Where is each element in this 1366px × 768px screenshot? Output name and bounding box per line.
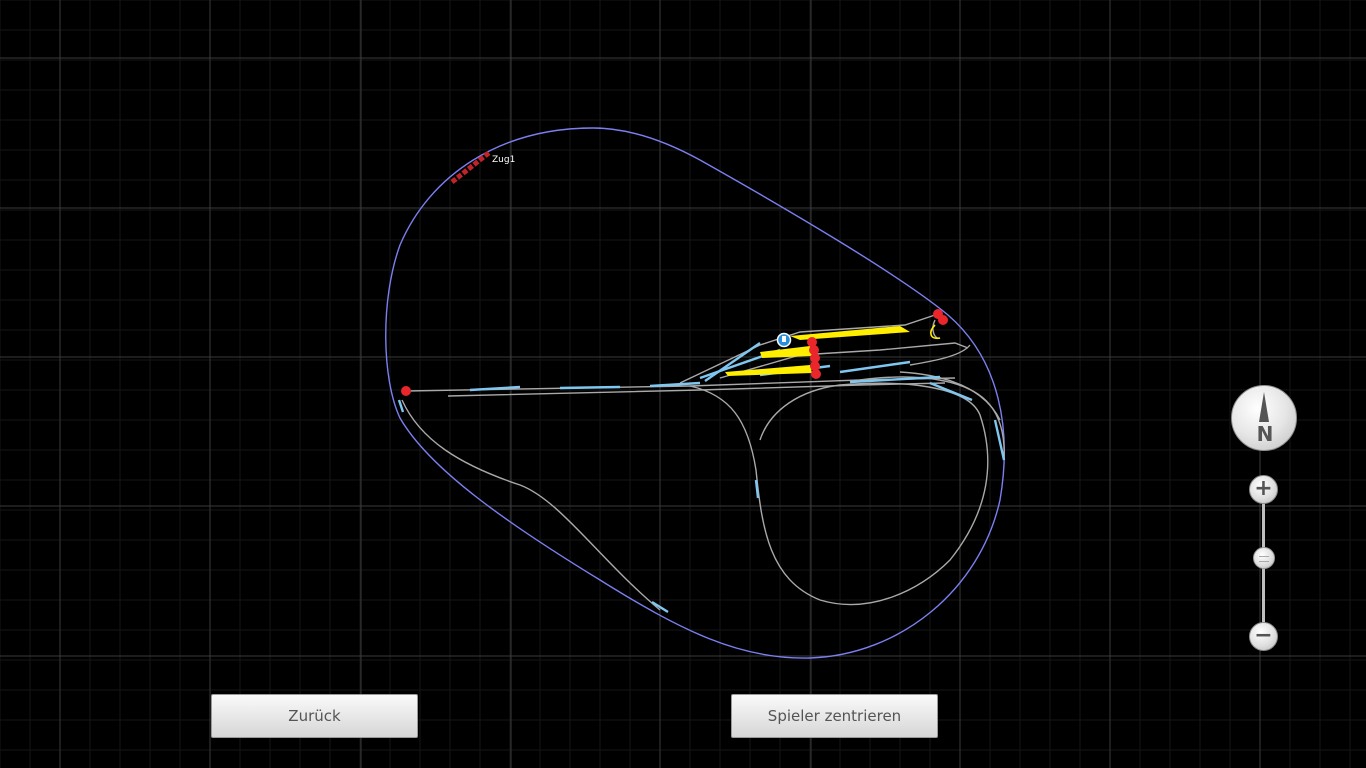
compass-label: N — [1256, 422, 1274, 446]
north-arrow-icon — [1259, 392, 1269, 422]
train-label: Zug1 — [492, 155, 515, 165]
player-marker[interactable] — [776, 332, 792, 348]
secondary-tracks — [401, 314, 1005, 611]
train-zug1[interactable]: Zug1 — [450, 150, 515, 184]
signal-marker — [401, 386, 411, 396]
track-map[interactable]: Zug1 — [0, 0, 1366, 768]
track-map-canvas[interactable]: Zug1 — [0, 0, 1366, 768]
compass-button[interactable]: N — [1231, 385, 1297, 451]
zoom-slider-handle[interactable] — [1253, 547, 1275, 569]
center-player-button[interactable]: Spieler zentrieren — [731, 694, 938, 738]
signal-marker — [938, 315, 948, 325]
zoom-out-button[interactable]: − — [1249, 622, 1278, 651]
train-cars[interactable] — [450, 150, 492, 184]
signal-marker — [811, 369, 821, 379]
zoom-in-button[interactable]: + — [1249, 475, 1278, 504]
back-button[interactable]: Zurück — [211, 694, 418, 738]
